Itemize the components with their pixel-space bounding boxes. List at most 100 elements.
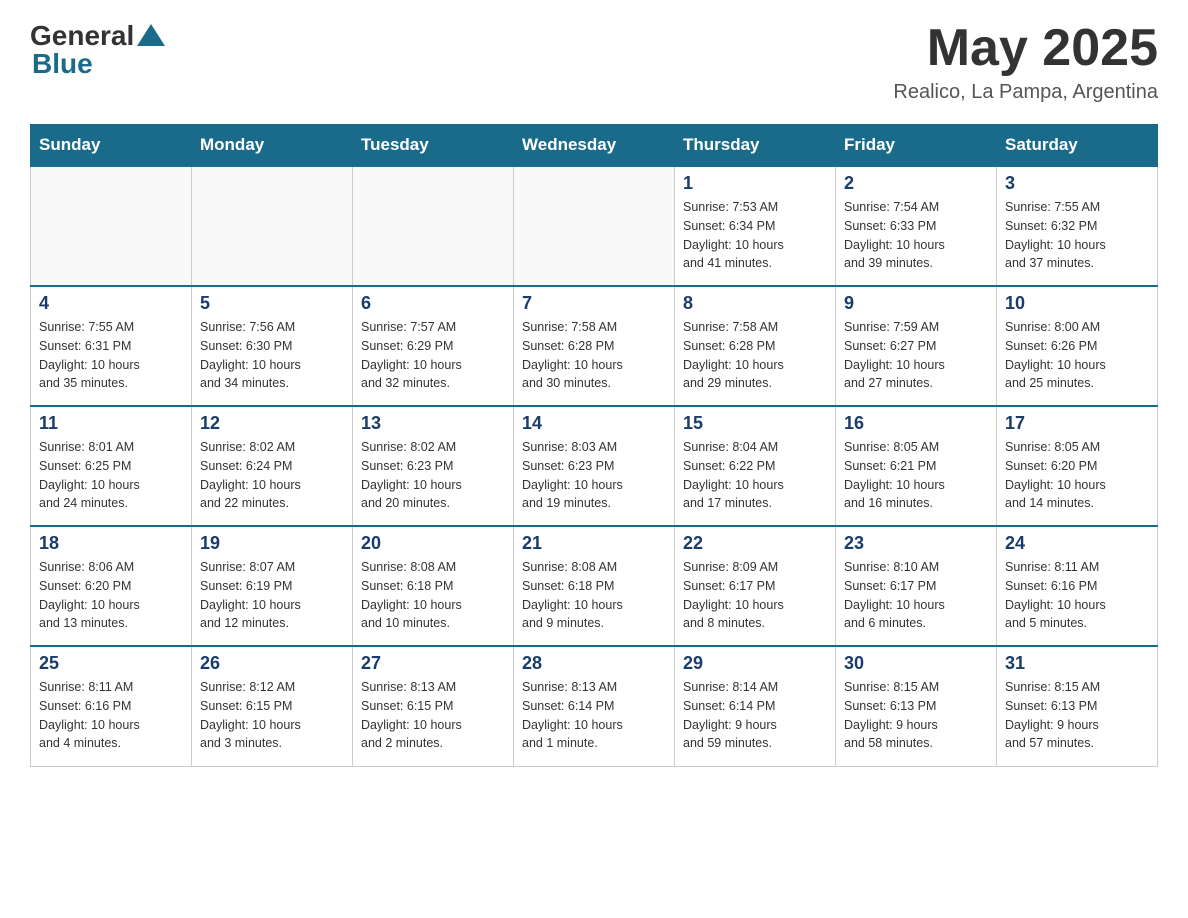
day-number: 1 <box>683 173 827 194</box>
day-number: 21 <box>522 533 666 554</box>
calendar-cell: 13 Sunrise: 8:02 AM Sunset: 6:23 PM Dayli… <box>353 406 514 526</box>
day-info: Sunrise: 8:06 AM Sunset: 6:20 PM Dayligh… <box>39 558 183 633</box>
day-info: Sunrise: 8:11 AM Sunset: 6:16 PM Dayligh… <box>1005 558 1149 633</box>
day-info: Sunrise: 8:14 AM Sunset: 6:14 PM Dayligh… <box>683 678 827 753</box>
calendar-cell <box>353 166 514 286</box>
day-number: 30 <box>844 653 988 674</box>
calendar-cell: 26 Sunrise: 8:12 AM Sunset: 6:15 PM Dayli… <box>192 646 353 766</box>
day-info: Sunrise: 7:58 AM Sunset: 6:28 PM Dayligh… <box>522 318 666 393</box>
header-sunday: Sunday <box>31 125 192 167</box>
day-number: 11 <box>39 413 183 434</box>
day-info: Sunrise: 8:12 AM Sunset: 6:15 PM Dayligh… <box>200 678 344 753</box>
day-number: 5 <box>200 293 344 314</box>
calendar-cell <box>192 166 353 286</box>
calendar-cell: 3 Sunrise: 7:55 AM Sunset: 6:32 PM Daylig… <box>997 166 1158 286</box>
day-number: 19 <box>200 533 344 554</box>
day-number: 17 <box>1005 413 1149 434</box>
day-number: 22 <box>683 533 827 554</box>
week-row-1: 1 Sunrise: 7:53 AM Sunset: 6:34 PM Daylig… <box>31 166 1158 286</box>
day-info: Sunrise: 8:08 AM Sunset: 6:18 PM Dayligh… <box>361 558 505 633</box>
day-number: 20 <box>361 533 505 554</box>
month-year-title: May 2025 <box>893 20 1158 77</box>
calendar-cell: 7Sunrise: 7:58 AM Sunset: 6:28 PM Daylig… <box>514 286 675 406</box>
calendar-cell: 16Sunrise: 8:05 AM Sunset: 6:21 PM Dayli… <box>836 406 997 526</box>
day-info: Sunrise: 8:11 AM Sunset: 6:16 PM Dayligh… <box>39 678 183 753</box>
calendar-cell: 28 Sunrise: 8:13 AM Sunset: 6:14 PM Dayli… <box>514 646 675 766</box>
day-number: 28 <box>522 653 666 674</box>
calendar-cell: 19 Sunrise: 8:07 AM Sunset: 6:19 PM Dayli… <box>192 526 353 646</box>
calendar-cell: 23 Sunrise: 8:10 AM Sunset: 6:17 PM Dayli… <box>836 526 997 646</box>
location-subtitle: Realico, La Pampa, Argentina <box>893 81 1158 104</box>
day-info: Sunrise: 8:02 AM Sunset: 6:24 PM Dayligh… <box>200 438 344 513</box>
calendar-cell: 14 Sunrise: 8:03 AM Sunset: 6:23 PM Dayli… <box>514 406 675 526</box>
day-number: 6 <box>361 293 505 314</box>
weekday-header-row: Sunday Monday Tuesday Wednesday Thursday… <box>31 125 1158 167</box>
day-info: Sunrise: 7:57 AM Sunset: 6:29 PM Dayligh… <box>361 318 505 393</box>
header-friday: Friday <box>836 125 997 167</box>
day-info: Sunrise: 8:10 AM Sunset: 6:17 PM Dayligh… <box>844 558 988 633</box>
day-number: 13 <box>361 413 505 434</box>
week-row-4: 18Sunrise: 8:06 AM Sunset: 6:20 PM Dayli… <box>31 526 1158 646</box>
day-info: Sunrise: 8:15 AM Sunset: 6:13 PM Dayligh… <box>1005 678 1149 753</box>
calendar-cell: 6 Sunrise: 7:57 AM Sunset: 6:29 PM Daylig… <box>353 286 514 406</box>
day-info: Sunrise: 8:08 AM Sunset: 6:18 PM Dayligh… <box>522 558 666 633</box>
day-number: 14 <box>522 413 666 434</box>
day-info: Sunrise: 8:09 AM Sunset: 6:17 PM Dayligh… <box>683 558 827 633</box>
day-info: Sunrise: 7:53 AM Sunset: 6:34 PM Dayligh… <box>683 198 827 273</box>
day-info: Sunrise: 8:07 AM Sunset: 6:19 PM Dayligh… <box>200 558 344 633</box>
day-number: 24 <box>1005 533 1149 554</box>
calendar-cell: 22 Sunrise: 8:09 AM Sunset: 6:17 PM Dayli… <box>675 526 836 646</box>
day-number: 23 <box>844 533 988 554</box>
day-info: Sunrise: 7:59 AM Sunset: 6:27 PM Dayligh… <box>844 318 988 393</box>
calendar-cell: 1 Sunrise: 7:53 AM Sunset: 6:34 PM Daylig… <box>675 166 836 286</box>
day-number: 9 <box>844 293 988 314</box>
header-thursday: Thursday <box>675 125 836 167</box>
header-tuesday: Tuesday <box>353 125 514 167</box>
day-number: 4 <box>39 293 183 314</box>
week-row-3: 11 Sunrise: 8:01 AM Sunset: 6:25 PM Dayli… <box>31 406 1158 526</box>
day-info: Sunrise: 8:13 AM Sunset: 6:15 PM Dayligh… <box>361 678 505 753</box>
calendar-cell: 29 Sunrise: 8:14 AM Sunset: 6:14 PM Dayli… <box>675 646 836 766</box>
day-info: Sunrise: 7:58 AM Sunset: 6:28 PM Dayligh… <box>683 318 827 393</box>
calendar-cell: 30 Sunrise: 8:15 AM Sunset: 6:13 PM Dayli… <box>836 646 997 766</box>
calendar-cell: 20 Sunrise: 8:08 AM Sunset: 6:18 PM Dayli… <box>353 526 514 646</box>
day-number: 16 <box>844 413 988 434</box>
calendar-cell: 31Sunrise: 8:15 AM Sunset: 6:13 PM Dayli… <box>997 646 1158 766</box>
calendar-cell: 8 Sunrise: 7:58 AM Sunset: 6:28 PM Daylig… <box>675 286 836 406</box>
day-info: Sunrise: 8:02 AM Sunset: 6:23 PM Dayligh… <box>361 438 505 513</box>
logo-blue-text: Blue <box>32 48 93 79</box>
calendar-cell: 9 Sunrise: 7:59 AM Sunset: 6:27 PM Daylig… <box>836 286 997 406</box>
day-number: 8 <box>683 293 827 314</box>
day-info: Sunrise: 8:03 AM Sunset: 6:23 PM Dayligh… <box>522 438 666 513</box>
calendar-cell: 25Sunrise: 8:11 AM Sunset: 6:16 PM Dayli… <box>31 646 192 766</box>
header-saturday: Saturday <box>997 125 1158 167</box>
header-monday: Monday <box>192 125 353 167</box>
calendar-cell: 5 Sunrise: 7:56 AM Sunset: 6:30 PM Daylig… <box>192 286 353 406</box>
day-number: 29 <box>683 653 827 674</box>
calendar-cell: 15Sunrise: 8:04 AM Sunset: 6:22 PM Dayli… <box>675 406 836 526</box>
day-info: Sunrise: 8:05 AM Sunset: 6:20 PM Dayligh… <box>1005 438 1149 513</box>
calendar-cell: 27 Sunrise: 8:13 AM Sunset: 6:15 PM Dayli… <box>353 646 514 766</box>
day-info: Sunrise: 7:55 AM Sunset: 6:32 PM Dayligh… <box>1005 198 1149 273</box>
day-number: 3 <box>1005 173 1149 194</box>
day-info: Sunrise: 8:15 AM Sunset: 6:13 PM Dayligh… <box>844 678 988 753</box>
calendar-cell: 12 Sunrise: 8:02 AM Sunset: 6:24 PM Dayli… <box>192 406 353 526</box>
day-info: Sunrise: 8:00 AM Sunset: 6:26 PM Dayligh… <box>1005 318 1149 393</box>
day-number: 26 <box>200 653 344 674</box>
day-info: Sunrise: 8:13 AM Sunset: 6:14 PM Dayligh… <box>522 678 666 753</box>
day-info: Sunrise: 8:01 AM Sunset: 6:25 PM Dayligh… <box>39 438 183 513</box>
calendar-cell: 17 Sunrise: 8:05 AM Sunset: 6:20 PM Dayli… <box>997 406 1158 526</box>
day-info: Sunrise: 8:04 AM Sunset: 6:22 PM Dayligh… <box>683 438 827 513</box>
header-right: May 2025 Realico, La Pampa, Argentina <box>893 20 1158 104</box>
day-number: 12 <box>200 413 344 434</box>
calendar-cell: 24 Sunrise: 8:11 AM Sunset: 6:16 PM Dayli… <box>997 526 1158 646</box>
day-info: Sunrise: 7:56 AM Sunset: 6:30 PM Dayligh… <box>200 318 344 393</box>
week-row-5: 25Sunrise: 8:11 AM Sunset: 6:16 PM Dayli… <box>31 646 1158 766</box>
day-info: Sunrise: 7:55 AM Sunset: 6:31 PM Dayligh… <box>39 318 183 393</box>
calendar-cell: 11 Sunrise: 8:01 AM Sunset: 6:25 PM Dayli… <box>31 406 192 526</box>
day-number: 27 <box>361 653 505 674</box>
page-header: General Blue May 2025 Realico, La Pampa,… <box>30 20 1158 104</box>
header-wednesday: Wednesday <box>514 125 675 167</box>
day-info: Sunrise: 7:54 AM Sunset: 6:33 PM Dayligh… <box>844 198 988 273</box>
logo-triangle-icon <box>137 24 165 46</box>
